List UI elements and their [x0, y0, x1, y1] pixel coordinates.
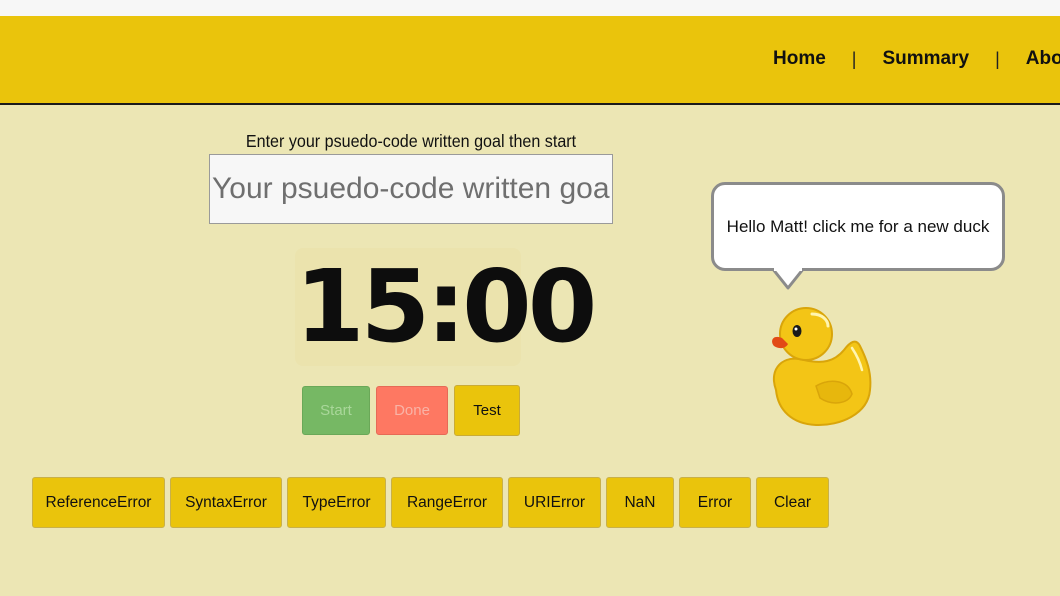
countdown-timer: 15:00	[295, 248, 597, 366]
range-error-button[interactable]: RangeError	[391, 477, 503, 528]
clear-button[interactable]: Clear	[756, 477, 829, 528]
nav-home-link[interactable]: Home	[773, 48, 826, 70]
nav-about-link[interactable]: About Us	[1026, 48, 1060, 70]
speech-bubble[interactable]: Hello Matt! click me for a new duck	[711, 182, 1005, 271]
reference-error-button[interactable]: ReferenceError	[32, 477, 165, 528]
rubber-duck-icon[interactable]	[764, 298, 876, 430]
error-button[interactable]: Error	[679, 477, 751, 528]
nan-button[interactable]: NaN	[606, 477, 674, 528]
test-button[interactable]: Test	[454, 385, 520, 436]
type-error-button[interactable]: TypeError	[287, 477, 386, 528]
start-button[interactable]: Start	[302, 386, 370, 435]
nav-summary-link[interactable]: Summary	[882, 48, 969, 70]
uri-error-button[interactable]: URIError	[508, 477, 601, 528]
main-nav: Home | Summary | About Us	[773, 48, 1060, 70]
browser-top-strip	[0, 0, 1060, 16]
nav-separator: |	[995, 48, 1000, 69]
done-button[interactable]: Done	[376, 386, 448, 435]
speech-bubble-tail	[770, 268, 806, 290]
header-bar: Home | Summary | About Us	[0, 16, 1060, 105]
goal-input[interactable]	[209, 154, 613, 224]
syntax-error-button[interactable]: SyntaxError	[170, 477, 282, 528]
nav-separator: |	[851, 48, 857, 69]
